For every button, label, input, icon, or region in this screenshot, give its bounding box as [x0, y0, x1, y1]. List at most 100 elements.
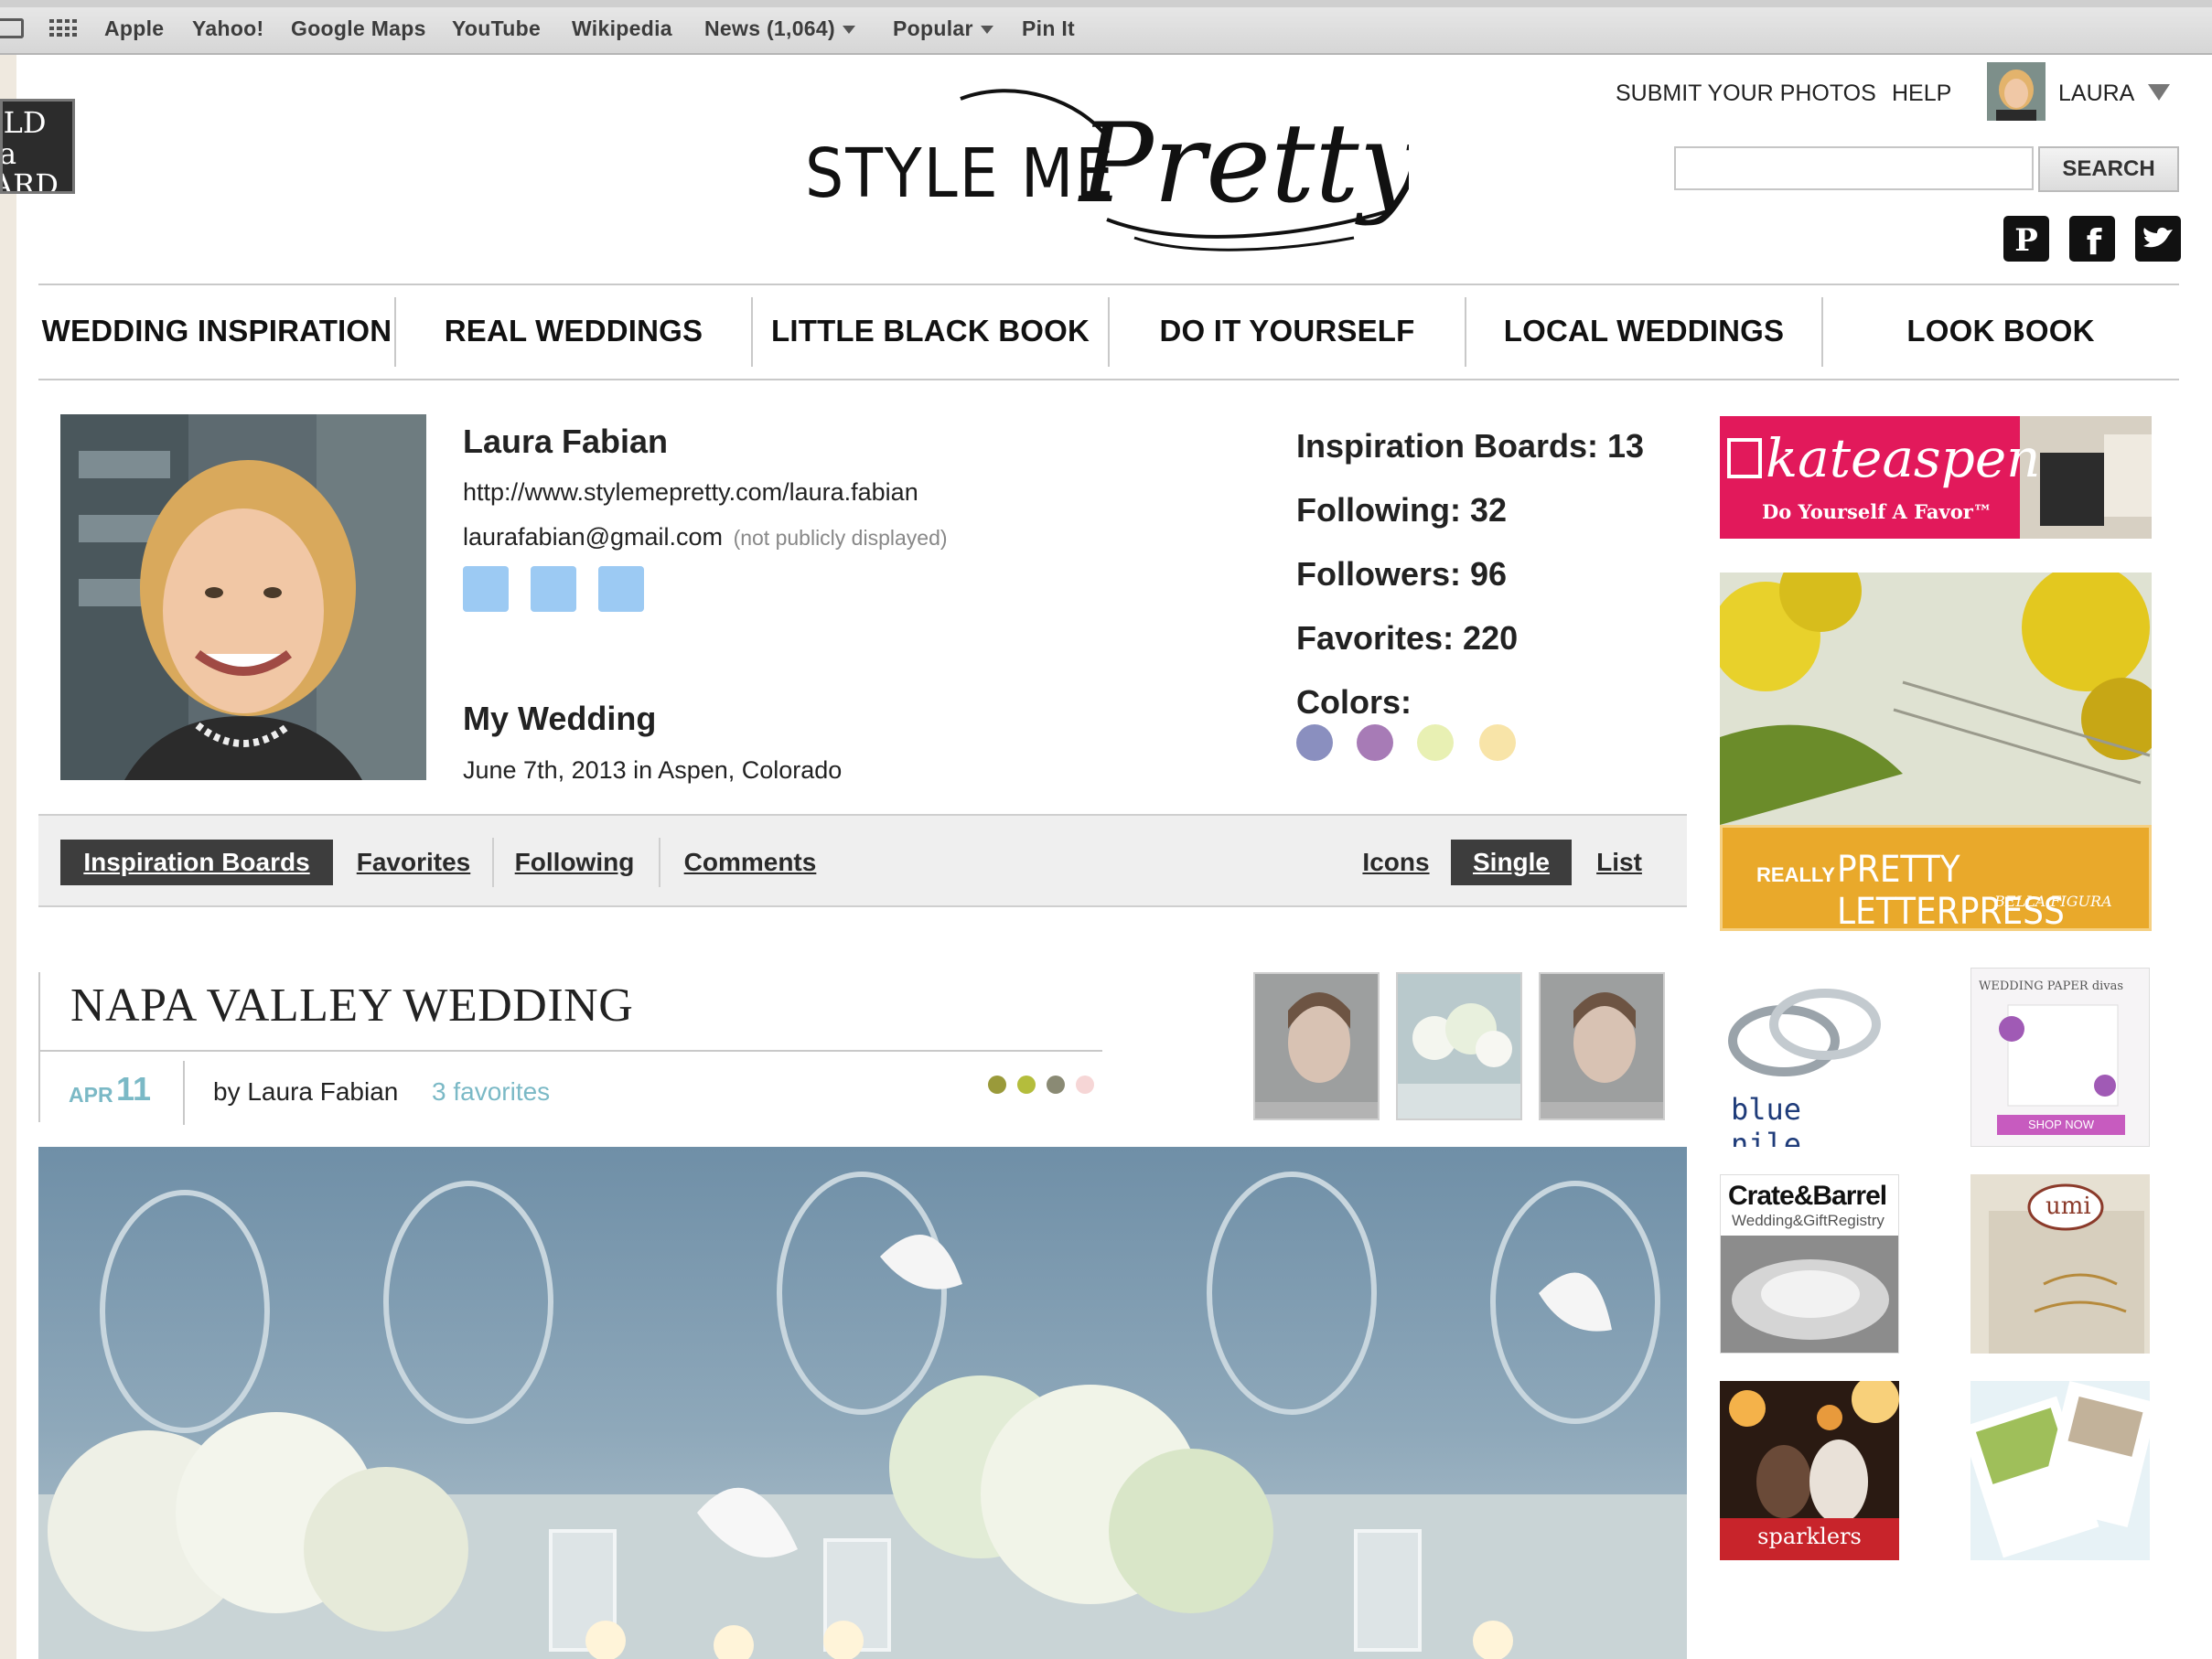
svg-text:P: P — [2014, 222, 2038, 259]
bookmark-wikipedia[interactable]: Wikipedia — [572, 16, 672, 41]
profile-email-address: laurafabian@gmail.com — [463, 523, 724, 551]
ad-bella-figura-letterpress[interactable]: REALLY PRETTY LETTERPRESS BELLA FIGURA — [1720, 573, 2152, 931]
ad-umi[interactable]: umi — [1970, 1174, 2150, 1354]
ad-crate-and-barrel[interactable]: Crate&Barrel Wedding&GiftRegistry — [1720, 1174, 1899, 1354]
tab-separator — [492, 838, 494, 887]
nav-top-rule — [38, 284, 2179, 285]
profile-name: Laura Fabian — [463, 423, 669, 460]
tab-favorites[interactable]: Favorites — [348, 840, 479, 885]
post-hero-image[interactable] — [38, 1147, 1687, 1659]
search-input[interactable] — [1674, 146, 2034, 190]
style-me-pretty-logo[interactable]: STYLE ME Pretty — [805, 82, 1409, 265]
ad-blue-nile-brand: blue nile. — [1731, 1092, 1820, 1147]
logo-text-pretty: Pretty — [1078, 101, 1409, 228]
bookmark-popular-folder[interactable]: Popular — [893, 16, 993, 41]
nav-little-black-book[interactable]: LITTLE BLACK BOOK — [753, 294, 1108, 368]
search-button[interactable]: SEARCH — [2038, 146, 2179, 192]
my-wedding-date: June 7th, 2013 in Aspen, Colorado — [463, 756, 843, 784]
ad-sparklers-label: sparklers — [1757, 1524, 1862, 1549]
pinterest-icon[interactable]: P — [2003, 216, 2049, 262]
nav-real-weddings[interactable]: REAL WEDDINGS — [396, 294, 751, 368]
ad-sparklers[interactable]: sparklers — [1720, 1381, 1899, 1560]
bookmark-news-label: News (1,064) — [704, 16, 835, 40]
post-thumbnail[interactable] — [1396, 972, 1522, 1120]
avatar[interactable] — [1987, 62, 2046, 121]
profile-link-icon[interactable] — [463, 566, 509, 612]
facebook-icon[interactable]: f — [2069, 216, 2115, 262]
tab-inspiration-boards[interactable]: Inspiration Boards — [60, 840, 333, 885]
profile-url[interactable]: http://www.stylemepretty.com/laura.fabia… — [463, 478, 918, 507]
help-link[interactable]: HELP — [1892, 80, 1951, 107]
stat-favorites[interactable]: Favorites: 220 — [1296, 619, 1518, 658]
color-swatch — [1479, 724, 1516, 761]
browser-toolbar-edge — [0, 0, 2212, 7]
nav-look-book[interactable]: LOOK BOOK — [1823, 294, 2178, 368]
post-date-month: APR — [69, 1083, 113, 1107]
my-wedding-title: My Wedding — [463, 700, 657, 737]
tab-following[interactable]: Following — [505, 840, 644, 885]
bookmark-news-folder[interactable]: News (1,064) — [704, 16, 855, 41]
post-left-rule — [38, 972, 40, 1122]
view-single[interactable]: Single — [1451, 840, 1572, 885]
nav-wedding-inspiration[interactable]: WEDDING INSPIRATION — [38, 294, 395, 368]
ad-letterpress-sub: BELLA FIGURA — [1994, 893, 2112, 910]
post-color-dot — [1017, 1076, 1036, 1094]
stat-followers[interactable]: Followers: 96 — [1296, 555, 1507, 594]
ad-wpd-shop-now[interactable]: SHOP NOW — [1997, 1115, 2125, 1135]
bookmark-apple[interactable]: Apple — [104, 16, 164, 41]
tab-comments[interactable]: Comments — [671, 840, 829, 885]
stat-inspiration-boards[interactable]: Inspiration Boards: 13 — [1296, 427, 1644, 466]
bookmarks-book-icon[interactable] — [0, 18, 24, 38]
profile-link-icon[interactable] — [598, 566, 644, 612]
nav-local-weddings[interactable]: LOCAL WEDDINGS — [1466, 294, 1821, 368]
chevron-down-icon — [980, 26, 993, 35]
profile-email: laurafabian@gmail.com (not publicly disp… — [463, 523, 948, 551]
build-a-board-badge[interactable]: ILD a ARD — [0, 99, 75, 194]
profile-photo — [60, 414, 426, 780]
bookmark-yahoo[interactable]: Yahoo! — [192, 16, 263, 41]
submit-photos-link[interactable]: SUBMIT YOUR PHOTOS — [1616, 80, 1876, 107]
post-thumbnail[interactable] — [1539, 972, 1665, 1120]
bookmark-youtube[interactable]: YouTube — [452, 16, 541, 41]
svg-text:f: f — [2087, 222, 2102, 262]
post-meta-separator — [183, 1061, 185, 1125]
chevron-down-icon[interactable] — [2148, 84, 2170, 101]
ad-crate-sub: Wedding&GiftRegistry — [1732, 1212, 1884, 1229]
ad-umi-brand: umi — [2046, 1193, 2091, 1220]
ad-blue-nile[interactable]: blue nile. — [1720, 968, 1899, 1147]
view-icons[interactable]: Icons — [1350, 840, 1442, 885]
nav-do-it-yourself[interactable]: DO IT YOURSELF — [1110, 294, 1465, 368]
bookmark-google-maps[interactable]: Google Maps — [291, 16, 426, 41]
post-color-dot — [1076, 1076, 1094, 1094]
view-list[interactable]: List — [1583, 840, 1656, 885]
post-color-dot — [1047, 1076, 1065, 1094]
bookmark-popular-label: Popular — [893, 16, 973, 40]
color-swatch — [1357, 724, 1393, 761]
nav-bottom-rule — [38, 379, 2179, 380]
post-author[interactable]: by Laura Fabian — [213, 1077, 398, 1107]
badge-line: a — [0, 136, 17, 171]
profile-link-icon[interactable] — [531, 566, 576, 612]
ad-kate-aspen-tagline: Do Yourself A Favor™ — [1762, 500, 1992, 523]
twitter-icon[interactable] — [2135, 216, 2181, 262]
bookmark-pin-it[interactable]: Pin It — [1022, 16, 1075, 41]
tab-separator — [659, 838, 660, 887]
post-thumbnail[interactable] — [1253, 972, 1380, 1120]
ad-kate-aspen-brand: kateaspen — [1766, 427, 2041, 489]
stat-following[interactable]: Following: 32 — [1296, 491, 1507, 530]
ad-letterpress-headline: PRETTY LETTERPRESS — [1837, 849, 2065, 931]
post-color-dot — [988, 1076, 1006, 1094]
color-swatch — [1417, 724, 1454, 761]
page-background-edge — [0, 55, 16, 1659]
top-sites-grid-icon[interactable] — [49, 19, 77, 37]
ad-photo-book[interactable] — [1970, 1381, 2150, 1560]
user-name[interactable]: LAURA — [2058, 80, 2134, 107]
stat-colors-label: Colors: — [1296, 683, 1412, 721]
post-favorites-count[interactable]: 3 favorites — [432, 1077, 550, 1107]
ad-kate-aspen[interactable]: kateaspen Do Yourself A Favor™ — [1720, 416, 2152, 539]
post-title-rule — [38, 1050, 1102, 1052]
logo-text-style-me: STYLE ME — [805, 134, 1115, 213]
post-title[interactable]: NAPA VALLEY WEDDING — [70, 979, 633, 1033]
post-date-day: 11 — [116, 1070, 152, 1108]
ad-wedding-paper-divas[interactable]: WEDDING PAPER divas SHOP NOW — [1970, 968, 2150, 1147]
